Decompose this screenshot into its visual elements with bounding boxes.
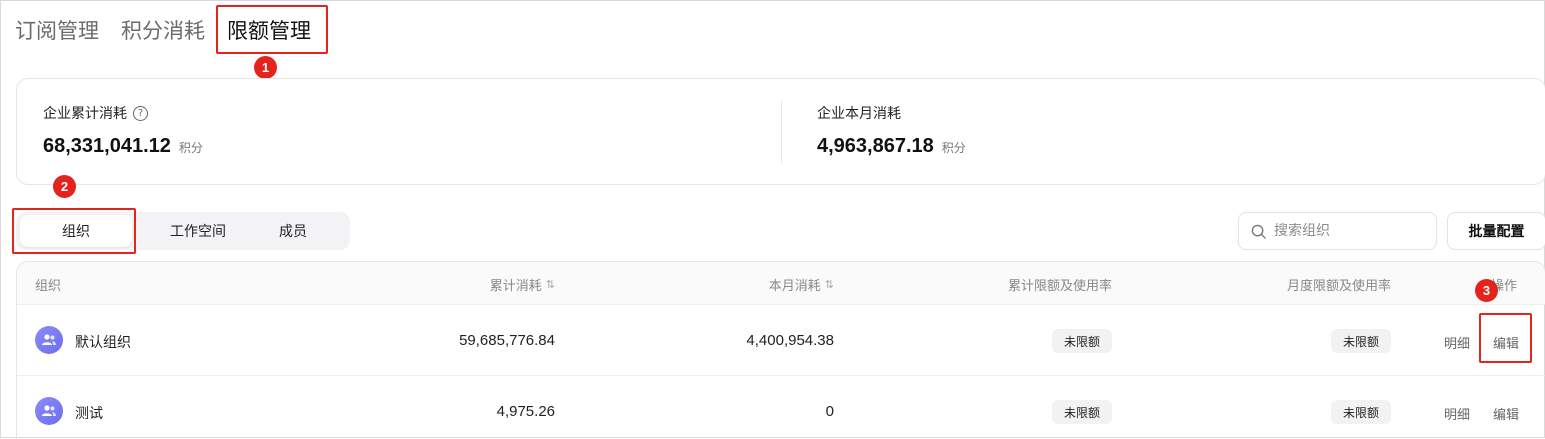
col-organization-text: 组织 [35, 279, 62, 294]
month-consumption-label-text: 企业本月消耗 [817, 106, 901, 122]
search-icon [1251, 224, 1266, 239]
organization-table: 组织 累计消耗 ⇅ 本月消耗 ⇅ 累计限额及使用率 月度限额及使用率 操作 默认组织… [16, 261, 1545, 439]
col-month-limit: 月度限额及使用率 [1287, 275, 1391, 294]
col-month-limit-text: 月度限额及使用率 [1286, 279, 1391, 294]
highlight-box-edit [1479, 313, 1532, 363]
users-icon [42, 334, 56, 345]
month-consumption-number: 4,963,867.18 [817, 135, 934, 157]
table-header: 组织 累计消耗 ⇅ 本月消耗 ⇅ 累计限额及使用率 月度限额及使用率 操作 [17, 262, 1545, 305]
col-total-consumption[interactable]: 累计消耗 ⇅ [490, 275, 555, 294]
batch-config-button[interactable]: 批量配置 [1447, 212, 1545, 250]
highlight-box-quota-tab [216, 5, 328, 54]
org-total-consumption: 4,975.26 [496, 403, 555, 420]
total-consumption-number: 68,331,041.12 [43, 135, 171, 157]
table-row: 默认组织 59,685,776.84 4,400,954.38 未限额 未限额 … [17, 305, 1545, 376]
col-total-limit-text: 累计限额及使用率 [1007, 279, 1112, 294]
total-consumption-value: 68,331,041.12 积分 [43, 135, 203, 158]
month-limit-badge: 未限额 [1330, 400, 1391, 424]
org-month-consumption: 4,400,954.38 [746, 332, 834, 349]
page-frame: 订阅管理 积分消耗 限额管理 1 企业累计消耗 ? 68,331,041.12 积… [0, 0, 1545, 439]
segment-workspace[interactable]: 工作空间 [143, 212, 253, 250]
tab-points-consumption[interactable]: 积分消耗 [121, 15, 205, 45]
col-month-consumption[interactable]: 本月消耗 ⇅ [769, 275, 834, 294]
total-consumption-label: 企业累计消耗 ? [43, 103, 148, 123]
col-total-consumption-text: 累计消耗 [489, 279, 542, 294]
col-total-limit: 累计限额及使用率 [1008, 275, 1112, 294]
org-avatar [35, 326, 63, 354]
highlight-box-organization [12, 208, 136, 254]
total-limit-badge: 未限额 [1051, 400, 1112, 424]
month-limit-badge: 未限额 [1330, 329, 1391, 353]
sort-icon[interactable]: ⇅ [546, 278, 555, 291]
stats-divider [781, 101, 782, 163]
col-month-consumption-text: 本月消耗 [768, 279, 821, 294]
org-name: 默认组织 [75, 335, 131, 351]
org-month-consumption: 0 [825, 403, 834, 420]
sort-icon[interactable]: ⇅ [825, 278, 834, 291]
total-consumption-label-text: 企业累计消耗 [43, 106, 127, 122]
tab-subscription[interactable]: 订阅管理 [15, 15, 99, 45]
step-marker-3: 3 [1475, 279, 1498, 302]
col-organization: 组织 [35, 275, 61, 294]
org-name: 测试 [75, 406, 103, 422]
org-avatar [35, 397, 63, 425]
step-marker-2: 2 [53, 175, 76, 198]
users-icon [42, 405, 56, 416]
month-consumption-unit: 积分 [941, 141, 966, 155]
segment-member[interactable]: 成员 [253, 212, 333, 250]
month-consumption-label: 企业本月消耗 [817, 103, 901, 123]
search-box[interactable] [1238, 212, 1437, 250]
help-icon[interactable]: ? [133, 105, 148, 121]
org-total-consumption: 59,685,776.84 [459, 332, 555, 349]
month-consumption-value: 4,963,867.18 积分 [817, 135, 966, 158]
total-limit-badge: 未限额 [1051, 329, 1112, 353]
search-input[interactable] [1274, 223, 1414, 239]
table-row: 测试 4,975.26 0 未限额 未限额 明细 编辑 [17, 376, 1545, 439]
edit-link[interactable]: 编辑 [1493, 404, 1519, 423]
detail-link[interactable]: 明细 [1444, 333, 1470, 352]
total-consumption-unit: 积分 [178, 141, 203, 155]
detail-link[interactable]: 明细 [1444, 404, 1470, 423]
stats-card: 企业累计消耗 ? 68,331,041.12 积分 企业本月消耗 4,963,86… [16, 78, 1545, 185]
step-marker-1: 1 [254, 56, 277, 79]
